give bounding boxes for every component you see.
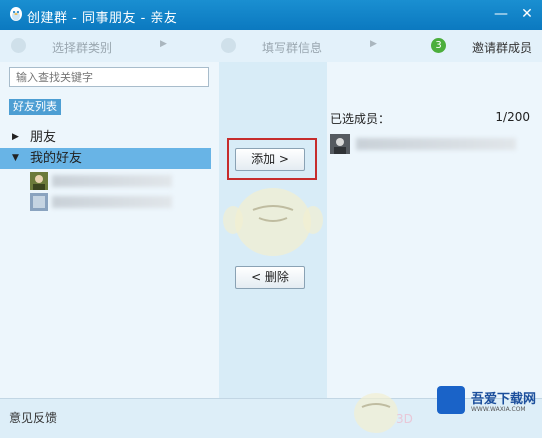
friend-name-blurred [52, 196, 172, 208]
friend-list-panel: 好友列表 ▶ 朋友 ▼ 我的好友 [0, 62, 219, 398]
step-arrow-icon: ▶ [370, 39, 377, 49]
member-name-blurred [356, 138, 516, 150]
create-group-window: 创建群 - 同事朋友 - 亲友 — ✕ 选择群类别 ▶ 填写群信息 ▶ 3 邀请… [0, 0, 542, 438]
step-select-category: 选择群类别 [52, 41, 113, 55]
step-arrow-icon: ▶ [160, 39, 167, 49]
watermark-name: 吾爱下载网 [471, 392, 537, 407]
member-count: 1/200 [495, 110, 530, 124]
step-2-dot [221, 38, 236, 53]
avatar [330, 134, 350, 154]
friend-list-tab[interactable]: 好友列表 [9, 99, 61, 115]
step-1-dot [11, 38, 26, 53]
step-3-dot: 3 [431, 38, 446, 53]
remove-button[interactable]: < 删除 [235, 266, 305, 289]
qq-penguin-icon [10, 7, 22, 21]
selected-member-item[interactable] [330, 134, 530, 154]
add-button[interactable]: 添加 > [235, 148, 305, 171]
friend-item[interactable] [30, 193, 210, 211]
step-invite-members: 邀请群成员 [472, 41, 533, 55]
minimize-button[interactable]: — [490, 4, 512, 24]
wizard-steps: 选择群类别 ▶ 填写群信息 ▶ 3 邀请群成员 [0, 30, 542, 62]
group-label: 朋友 [30, 130, 57, 145]
title-bar: 创建群 - 同事朋友 - 亲友 — ✕ [0, 0, 542, 30]
avatar [30, 193, 48, 211]
friend-name-blurred [52, 175, 172, 187]
watermark-url: WWW.WAXIA.COM [471, 406, 526, 413]
group-friends[interactable]: ▶ 朋友 [0, 127, 211, 148]
expand-arrow-icon: ▶ [12, 132, 19, 142]
window-title: 创建群 - 同事朋友 - 亲友 [27, 11, 178, 26]
friend-item[interactable] [30, 172, 210, 190]
transfer-controls: 添加 > < 删除 [219, 62, 327, 398]
feedback-link[interactable]: 意见反馈 [9, 409, 57, 426]
watermark-logo-icon [437, 386, 465, 414]
penguin-mascot-icon [223, 188, 323, 256]
site-watermark: 吾爱下载网 WWW.WAXIA.COM [437, 384, 537, 420]
close-button[interactable]: ✕ [516, 4, 538, 24]
group-my-friends[interactable]: ▼ 我的好友 [0, 148, 211, 169]
selected-members-panel: 已选成员： 1/200 [327, 62, 542, 398]
avatar [30, 172, 48, 190]
selected-members-label: 已选成员： [330, 112, 391, 126]
step-fill-info: 填写群信息 [262, 41, 323, 55]
search-input[interactable] [9, 67, 209, 87]
svg-text:3D: 3D [396, 412, 413, 426]
penguin-mascot-icon: 3D [354, 393, 413, 433]
collapse-arrow-icon: ▼ [12, 153, 19, 163]
group-label: 我的好友 [30, 151, 83, 166]
